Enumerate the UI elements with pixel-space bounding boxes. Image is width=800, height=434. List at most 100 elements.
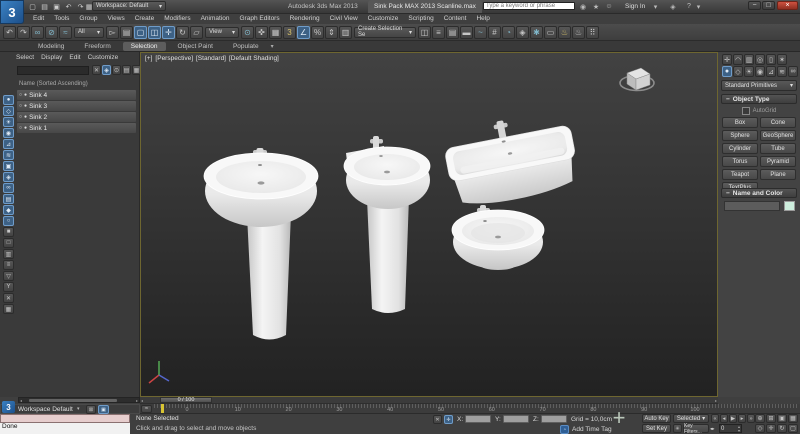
angle-snap-icon[interactable]: ∠ xyxy=(297,26,310,39)
menu-rendering[interactable]: Rendering xyxy=(285,15,325,22)
material-map-browser-icon[interactable]: ◈ xyxy=(516,26,529,39)
object-color-swatch[interactable] xyxy=(784,201,795,211)
scene-object-row[interactable]: ○●Sink 4 xyxy=(17,90,136,100)
pan-icon[interactable]: ✛ xyxy=(766,424,776,433)
current-frame-field[interactable]: 0 ▴▾ xyxy=(719,424,742,433)
menu-customize[interactable]: Customize xyxy=(363,15,404,22)
zoom-icon[interactable]: ⊕ xyxy=(755,414,765,423)
menu-create[interactable]: Create xyxy=(130,15,160,22)
viewport-label-segment-1[interactable]: [Perspective] xyxy=(155,55,193,62)
ribbon-overflow-icon[interactable]: ▾ xyxy=(271,43,274,50)
schematic-view-icon[interactable]: # xyxy=(488,26,501,39)
perspective-viewport[interactable]: [+][Perspective][Standard][Default Shadi… xyxy=(140,52,718,397)
primitive-geosphere-button[interactable]: GeoSphere xyxy=(760,130,796,141)
name-and-color-rollout[interactable]: − Name and Color xyxy=(721,188,797,198)
primitive-category-dropdown[interactable]: Standard Primitives ▾ xyxy=(721,80,797,91)
help-icon[interactable]: ? xyxy=(684,2,694,11)
set-key-button[interactable]: Set Key xyxy=(642,424,671,433)
display-spacewarps-icon[interactable]: ≋ xyxy=(3,150,14,160)
zoom-extents-icon[interactable]: ▣ xyxy=(777,414,787,423)
time-slider[interactable]: ◂ 0 / 100 ▸ xyxy=(140,397,718,404)
undo-icon[interactable]: ↶ xyxy=(3,26,16,39)
align-icon[interactable]: ≡ xyxy=(432,26,445,39)
ribbon-toggle-icon[interactable]: ▬ xyxy=(460,26,473,39)
orbit-icon[interactable]: ↻ xyxy=(777,424,787,433)
scene-object-row[interactable]: ○●Sink 1 xyxy=(17,123,136,133)
keyboard-shortcut-override-icon[interactable]: ▦ xyxy=(269,26,282,39)
display-tab-icon[interactable]: ▯ xyxy=(766,54,776,65)
hierarchy-mode-icon[interactable]: Y xyxy=(3,282,14,292)
maxscript-mini-listener-input[interactable] xyxy=(0,414,130,423)
hierarchy-tab-icon[interactable]: ▥ xyxy=(744,54,754,65)
save-workspace-icon[interactable]: ▣ xyxy=(98,405,109,414)
select-by-name-icon[interactable]: ▤ xyxy=(120,26,133,39)
display-geometry-icon[interactable]: ● xyxy=(3,95,14,105)
unlink-selection-icon[interactable]: ⊘ xyxy=(45,26,58,39)
workspace-mini-logo[interactable]: 3 xyxy=(2,401,15,413)
use-pivot-center-icon[interactable]: ⊙ xyxy=(241,26,254,39)
primitive-pyramid-button[interactable]: Pyramid xyxy=(760,156,796,167)
ribbon-tab-object-paint[interactable]: Object Paint xyxy=(170,42,221,51)
autogrid-option[interactable]: AutoGrid xyxy=(721,107,797,115)
lights-category-icon[interactable]: ☀ xyxy=(744,66,754,77)
ribbon-tab-selection[interactable]: Selection xyxy=(123,42,166,51)
menu-edit[interactable]: Edit xyxy=(28,15,49,22)
menu-tools[interactable]: Tools xyxy=(49,15,74,22)
maximize-viewport-icon[interactable]: ▢ xyxy=(788,424,798,433)
3ds-max-logo[interactable]: 3 xyxy=(0,0,24,24)
absolute-offset-mode-icon[interactable]: ✛ xyxy=(444,415,453,424)
menu-scripting[interactable]: Scripting xyxy=(403,15,438,22)
shapes-category-icon[interactable]: ◇ xyxy=(733,66,743,77)
new-scene-icon[interactable]: ▢ xyxy=(27,2,38,12)
set-key-paw-icon[interactable]: ✳ xyxy=(673,424,682,433)
ribbon-tab-populate[interactable]: Populate xyxy=(225,42,267,51)
visibility-dot-icon[interactable]: ○ xyxy=(19,92,22,98)
primitive-box-button[interactable]: Box xyxy=(722,117,758,128)
scroll-left-icon[interactable]: ◂ xyxy=(20,398,22,403)
display-xrefs-icon[interactable]: ◈ xyxy=(3,172,14,182)
spacewarps-category-icon[interactable]: ≋ xyxy=(777,66,787,77)
display-helpers-icon[interactable]: ⊿ xyxy=(3,139,14,149)
save-file-icon[interactable]: ▣ xyxy=(51,2,62,12)
open-container-icon[interactable]: ⠿ xyxy=(586,26,599,39)
sink-3-object[interactable] xyxy=(441,108,582,211)
curve-editor-icon[interactable]: ~ xyxy=(474,26,487,39)
minimize-button[interactable]: − xyxy=(748,1,761,10)
pick-parent-icon[interactable]: ▤ xyxy=(122,65,131,75)
sink-1-object[interactable] xyxy=(204,148,318,340)
motion-tab-icon[interactable]: ◎ xyxy=(755,54,765,65)
ribbon-tab-modeling[interactable]: Modeling xyxy=(30,42,72,51)
display-materials-icon[interactable]: ◆ xyxy=(3,205,14,215)
visibility-dot-icon[interactable]: ○ xyxy=(19,103,22,109)
z-coordinate-field[interactable] xyxy=(541,415,567,423)
mini-curve-editor-icon[interactable]: ≈ xyxy=(141,405,152,413)
select-and-move-icon[interactable]: ✛ xyxy=(162,26,175,39)
display-objects-icon[interactable]: ○ xyxy=(3,216,14,226)
select-and-link-icon[interactable]: ∞ xyxy=(31,26,44,39)
sign-in-link[interactable]: Sign In xyxy=(625,3,645,10)
material-editor-icon[interactable]: ◔ xyxy=(502,26,515,39)
explorer-column-header[interactable]: Name (Sorted Ascending) xyxy=(19,81,88,87)
select-object-icon[interactable]: ▻ xyxy=(106,26,119,39)
object-name-field[interactable] xyxy=(724,201,780,211)
layer-manager-icon[interactable]: ▤ xyxy=(446,26,459,39)
document-title-tab[interactable]: Sink Pack MAX 2013 Scanline.max xyxy=(368,0,482,13)
display-cameras-icon[interactable]: ◉ xyxy=(3,128,14,138)
display-containers-icon[interactable]: ▤ xyxy=(3,194,14,204)
display-bones-icon[interactable]: ∞ xyxy=(3,183,14,193)
edit-named-selection-sets-icon[interactable]: ▥ xyxy=(339,26,352,39)
x-coordinate-field[interactable] xyxy=(465,415,491,423)
field-of-view-icon[interactable]: ◇ xyxy=(755,424,765,433)
time-slider-handle[interactable]: 0 / 100 xyxy=(160,397,212,403)
redo-qat-icon[interactable]: ↷ xyxy=(75,2,86,12)
select-filter-icon[interactable]: ◈ xyxy=(102,65,111,75)
menu-content[interactable]: Content xyxy=(439,15,472,22)
redo-icon[interactable]: ↷ xyxy=(17,26,30,39)
viewport-label-segment-3[interactable]: [Default Shading] xyxy=(229,55,279,62)
viewport-label-segment-2[interactable]: [Standard] xyxy=(196,55,226,62)
time-forward-icon[interactable]: ▸ xyxy=(715,398,717,403)
explorer-horizontal-scrollbar[interactable]: ◂ ▸ xyxy=(18,397,140,403)
menu-group[interactable]: Group xyxy=(74,15,102,22)
maxscript-mini-listener-output[interactable]: Done xyxy=(0,423,130,434)
mirror-icon[interactable]: ◫ xyxy=(418,26,431,39)
